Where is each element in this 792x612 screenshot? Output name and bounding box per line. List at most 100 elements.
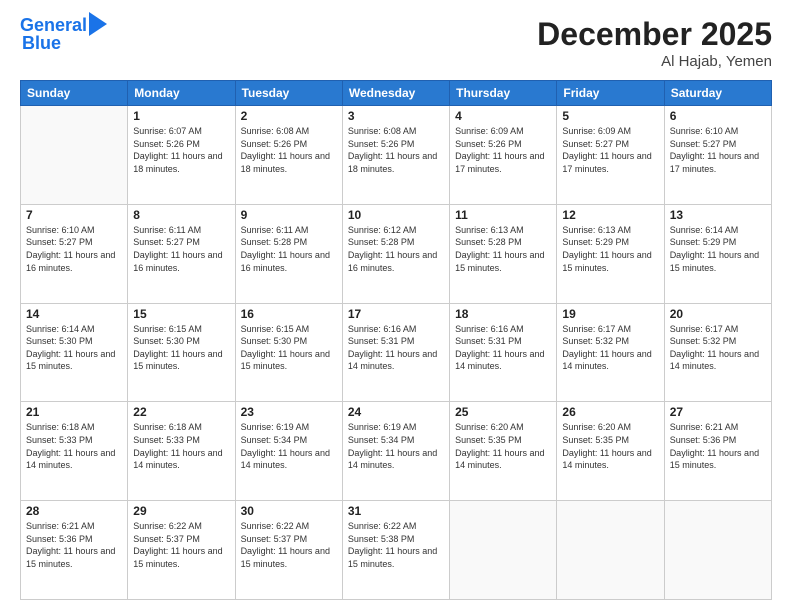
day-info: Sunrise: 6:18 AMSunset: 5:33 PMDaylight:… <box>26 421 122 471</box>
day-info: Sunrise: 6:09 AMSunset: 5:27 PMDaylight:… <box>562 125 658 175</box>
calendar-cell: 5 Sunrise: 6:09 AMSunset: 5:27 PMDaylight… <box>557 106 664 205</box>
calendar-cell: 13 Sunrise: 6:14 AMSunset: 5:29 PMDayligh… <box>664 204 771 303</box>
day-info: Sunrise: 6:08 AMSunset: 5:26 PMDaylight:… <box>348 125 444 175</box>
calendar-cell: 2 Sunrise: 6:08 AMSunset: 5:26 PMDaylight… <box>235 106 342 205</box>
day-info: Sunrise: 6:13 AMSunset: 5:29 PMDaylight:… <box>562 224 658 274</box>
day-info: Sunrise: 6:08 AMSunset: 5:26 PMDaylight:… <box>241 125 337 175</box>
day-info: Sunrise: 6:19 AMSunset: 5:34 PMDaylight:… <box>348 421 444 471</box>
day-number: 9 <box>241 208 337 222</box>
day-number: 8 <box>133 208 229 222</box>
calendar-cell: 9 Sunrise: 6:11 AMSunset: 5:28 PMDaylight… <box>235 204 342 303</box>
calendar-cell: 27Sunrise: 6:21 AMSunset: 5:36 PMDayligh… <box>664 402 771 501</box>
day-info: Sunrise: 6:17 AMSunset: 5:32 PMDaylight:… <box>670 323 766 373</box>
calendar-cell: 23 Sunrise: 6:19 AMSunset: 5:34 PMDayligh… <box>235 402 342 501</box>
day-info: Sunrise: 6:16 AMSunset: 5:31 PMDaylight:… <box>348 323 444 373</box>
day-number: 6 <box>670 109 766 123</box>
day-number: 1 <box>133 109 229 123</box>
calendar-cell: 16Sunrise: 6:15 AMSunset: 5:30 PMDayligh… <box>235 303 342 402</box>
calendar-cell: 17 Sunrise: 6:16 AMSunset: 5:31 PMDayligh… <box>342 303 449 402</box>
month-title: December 2025 <box>537 16 772 53</box>
day-info: Sunrise: 6:11 AMSunset: 5:27 PMDaylight:… <box>133 224 229 274</box>
day-number: 30 <box>241 504 337 518</box>
day-info: Sunrise: 6:14 AMSunset: 5:30 PMDaylight:… <box>26 323 122 373</box>
day-info: Sunrise: 6:22 AMSunset: 5:37 PMDaylight:… <box>133 520 229 570</box>
title-block: December 2025 Al Hajab, Yemen <box>537 16 772 70</box>
calendar-cell <box>557 501 664 600</box>
day-info: Sunrise: 6:20 AMSunset: 5:35 PMDaylight:… <box>562 421 658 471</box>
day-number: 5 <box>562 109 658 123</box>
calendar-cell: 24Sunrise: 6:19 AMSunset: 5:34 PMDayligh… <box>342 402 449 501</box>
day-number: 25 <box>455 405 551 419</box>
calendar-cell: 28 Sunrise: 6:21 AMSunset: 5:36 PMDayligh… <box>21 501 128 600</box>
day-info: Sunrise: 6:15 AMSunset: 5:30 PMDaylight:… <box>241 323 337 373</box>
day-number: 12 <box>562 208 658 222</box>
day-info: Sunrise: 6:10 AMSunset: 5:27 PMDaylight:… <box>26 224 122 274</box>
day-info: Sunrise: 6:16 AMSunset: 5:31 PMDaylight:… <box>455 323 551 373</box>
day-info: Sunrise: 6:14 AMSunset: 5:29 PMDaylight:… <box>670 224 766 274</box>
calendar-cell: 15 Sunrise: 6:15 AMSunset: 5:30 PMDayligh… <box>128 303 235 402</box>
calendar-cell: 14 Sunrise: 6:14 AMSunset: 5:30 PMDayligh… <box>21 303 128 402</box>
calendar-week-row: 21 Sunrise: 6:18 AMSunset: 5:33 PMDayligh… <box>21 402 772 501</box>
day-number: 29 <box>133 504 229 518</box>
calendar-cell <box>664 501 771 600</box>
calendar-day-header: Saturday <box>664 81 771 106</box>
calendar-week-row: 7 Sunrise: 6:10 AMSunset: 5:27 PMDaylight… <box>21 204 772 303</box>
calendar-cell: 1 Sunrise: 6:07 AMSunset: 5:26 PMDaylight… <box>128 106 235 205</box>
calendar-header-row: SundayMondayTuesdayWednesdayThursdayFrid… <box>21 81 772 106</box>
calendar-cell: 11 Sunrise: 6:13 AMSunset: 5:28 PMDayligh… <box>450 204 557 303</box>
logo-icon <box>89 12 107 36</box>
day-number: 20 <box>670 307 766 321</box>
day-info: Sunrise: 6:17 AMSunset: 5:32 PMDaylight:… <box>562 323 658 373</box>
day-number: 2 <box>241 109 337 123</box>
day-number: 31 <box>348 504 444 518</box>
calendar-week-row: 28 Sunrise: 6:21 AMSunset: 5:36 PMDayligh… <box>21 501 772 600</box>
calendar-day-header: Thursday <box>450 81 557 106</box>
day-number: 15 <box>133 307 229 321</box>
day-info: Sunrise: 6:19 AMSunset: 5:34 PMDaylight:… <box>241 421 337 471</box>
header: General Blue December 2025 Al Hajab, Yem… <box>20 16 772 70</box>
day-number: 7 <box>26 208 122 222</box>
calendar-cell: 10Sunrise: 6:12 AMSunset: 5:28 PMDayligh… <box>342 204 449 303</box>
day-number: 17 <box>348 307 444 321</box>
day-number: 26 <box>562 405 658 419</box>
calendar-cell: 12 Sunrise: 6:13 AMSunset: 5:29 PMDayligh… <box>557 204 664 303</box>
day-info: Sunrise: 6:15 AMSunset: 5:30 PMDaylight:… <box>133 323 229 373</box>
day-info: Sunrise: 6:20 AMSunset: 5:35 PMDaylight:… <box>455 421 551 471</box>
day-info: Sunrise: 6:13 AMSunset: 5:28 PMDaylight:… <box>455 224 551 274</box>
day-number: 28 <box>26 504 122 518</box>
logo-blue-text: Blue <box>22 34 61 54</box>
location: Al Hajab, Yemen <box>537 53 772 70</box>
calendar-day-header: Tuesday <box>235 81 342 106</box>
day-info: Sunrise: 6:10 AMSunset: 5:27 PMDaylight:… <box>670 125 766 175</box>
day-info: Sunrise: 6:22 AMSunset: 5:38 PMDaylight:… <box>348 520 444 570</box>
day-number: 22 <box>133 405 229 419</box>
day-number: 11 <box>455 208 551 222</box>
calendar-cell: 4 Sunrise: 6:09 AMSunset: 5:26 PMDaylight… <box>450 106 557 205</box>
calendar-day-header: Wednesday <box>342 81 449 106</box>
calendar-cell <box>21 106 128 205</box>
day-info: Sunrise: 6:11 AMSunset: 5:28 PMDaylight:… <box>241 224 337 274</box>
day-number: 23 <box>241 405 337 419</box>
day-number: 21 <box>26 405 122 419</box>
calendar-cell: 31 Sunrise: 6:22 AMSunset: 5:38 PMDayligh… <box>342 501 449 600</box>
day-info: Sunrise: 6:09 AMSunset: 5:26 PMDaylight:… <box>455 125 551 175</box>
day-number: 19 <box>562 307 658 321</box>
calendar-cell: 3 Sunrise: 6:08 AMSunset: 5:26 PMDaylight… <box>342 106 449 205</box>
day-number: 18 <box>455 307 551 321</box>
calendar-week-row: 1 Sunrise: 6:07 AMSunset: 5:26 PMDaylight… <box>21 106 772 205</box>
day-number: 13 <box>670 208 766 222</box>
calendar-cell: 29 Sunrise: 6:22 AMSunset: 5:37 PMDayligh… <box>128 501 235 600</box>
day-info: Sunrise: 6:18 AMSunset: 5:33 PMDaylight:… <box>133 421 229 471</box>
day-number: 3 <box>348 109 444 123</box>
calendar-day-header: Monday <box>128 81 235 106</box>
calendar-cell: 30Sunrise: 6:22 AMSunset: 5:37 PMDayligh… <box>235 501 342 600</box>
day-info: Sunrise: 6:12 AMSunset: 5:28 PMDaylight:… <box>348 224 444 274</box>
day-number: 14 <box>26 307 122 321</box>
calendar-cell: 6 Sunrise: 6:10 AMSunset: 5:27 PMDaylight… <box>664 106 771 205</box>
logo: General Blue <box>20 16 107 54</box>
day-info: Sunrise: 6:21 AMSunset: 5:36 PMDaylight:… <box>26 520 122 570</box>
calendar-day-header: Sunday <box>21 81 128 106</box>
calendar-cell: 20 Sunrise: 6:17 AMSunset: 5:32 PMDayligh… <box>664 303 771 402</box>
day-number: 4 <box>455 109 551 123</box>
day-info: Sunrise: 6:07 AMSunset: 5:26 PMDaylight:… <box>133 125 229 175</box>
